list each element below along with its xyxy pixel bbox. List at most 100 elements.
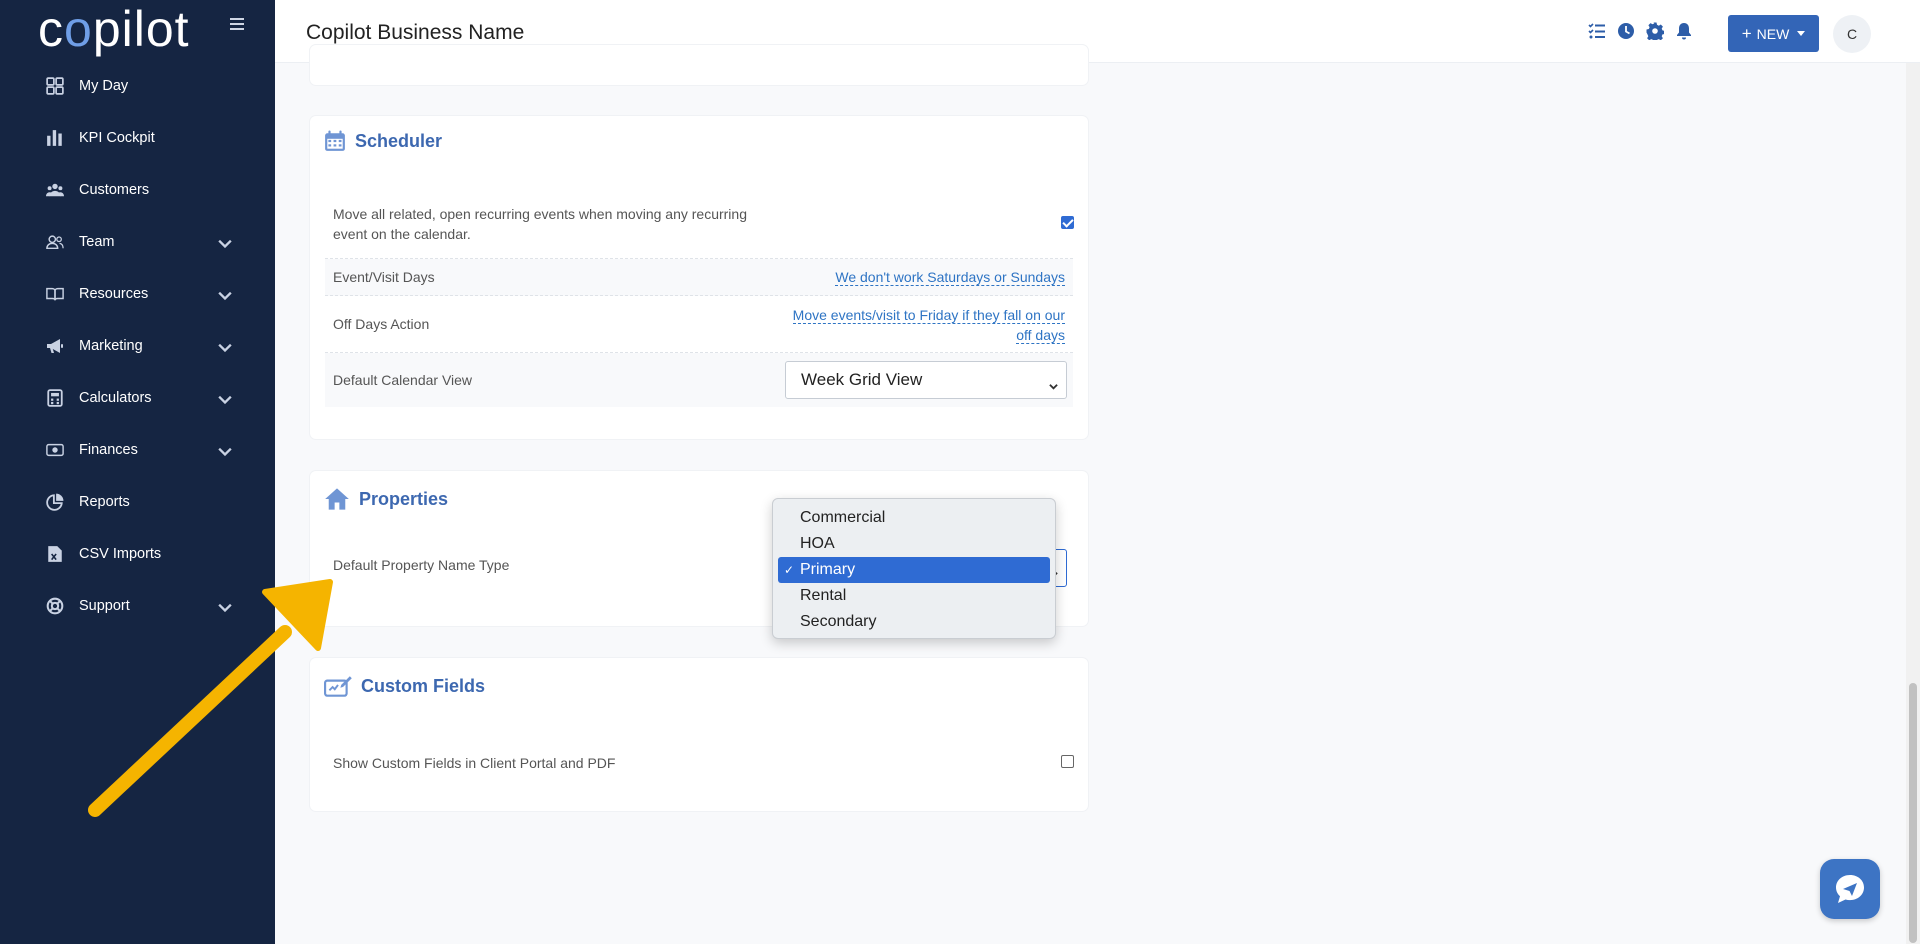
dropdown-option-label: Rental <box>800 587 847 604</box>
sidebar-item-reports[interactable]: Reports <box>0 476 275 528</box>
chevron-down-icon <box>218 340 232 353</box>
visit-days-link[interactable]: We don't work Saturdays or Sundays <box>835 269 1065 286</box>
sidebar-item-label: Customers <box>79 182 150 198</box>
sidebar-item-support[interactable]: Support <box>0 580 275 632</box>
move-recurring-row: Move all related, open recurring events … <box>325 204 1074 259</box>
pie-chart-icon <box>45 492 65 512</box>
lifebuoy-icon <box>45 596 65 616</box>
sidebar-item-label: My Day <box>79 78 129 94</box>
plus-icon: + <box>1741 24 1752 43</box>
custom-fields-card: Custom Fields Show Custom Fields in Clie… <box>310 658 1088 811</box>
sidebar-item-label: Support <box>79 598 130 614</box>
checkmark-icon: ✓ <box>784 563 795 577</box>
off-days-link[interactable]: Move events/visit to Friday if they fall… <box>792 307 1065 344</box>
off-days-label: Off Days Action <box>333 316 430 332</box>
dropdown-option-label: Primary <box>800 561 856 578</box>
chevron-down-icon <box>218 392 232 405</box>
sidebar-item-resources[interactable]: Resources <box>0 268 275 320</box>
chevron-down-icon <box>1049 376 1058 390</box>
avatar[interactable]: C <box>1833 15 1871 53</box>
chat-widget-button[interactable] <box>1820 859 1880 919</box>
visit-days-value[interactable]: We don't work Saturdays or Sundays <box>835 269 1065 286</box>
money-icon <box>45 440 65 460</box>
csv-file-icon <box>45 544 65 564</box>
calculator-icon <box>45 388 65 408</box>
properties-title: Properties <box>324 487 448 511</box>
page-scrollbar[interactable] <box>1906 63 1920 944</box>
off-days-value[interactable]: Move events/visit to Friday if they fall… <box>775 305 1065 345</box>
copilot-logo[interactable]: copilot <box>38 0 190 58</box>
show-custom-fields-checkbox[interactable] <box>1061 755 1074 768</box>
sidebar-item-finances[interactable]: Finances <box>0 424 275 476</box>
sidebar-nav: My Day KPI Cockpit Customers Team Resour… <box>0 60 275 632</box>
chevron-down-icon <box>218 236 232 249</box>
dropdown-option-label: Commercial <box>800 509 886 526</box>
clock-icon[interactable] <box>1617 22 1635 40</box>
scheduler-title: Scheduler <box>324 130 442 152</box>
chevron-down-icon <box>218 444 232 457</box>
sidebar-item-kpi-cockpit[interactable]: KPI Cockpit <box>0 112 275 164</box>
new-button[interactable]: + NEW <box>1728 15 1819 52</box>
sidebar-item-label: Calculators <box>79 390 152 406</box>
dropdown-option[interactable]: HOA <box>778 531 1050 557</box>
sidebar-item-my-day[interactable]: My Day <box>0 60 275 112</box>
scheduler-title-text: Scheduler <box>355 130 443 151</box>
gear-icon[interactable] <box>1646 22 1665 43</box>
sidebar-item-label: Finances <box>79 442 138 458</box>
calendar-view-row: Default Calendar View Week Grid View <box>325 353 1073 407</box>
custom-fields-title-text: Custom Fields <box>361 675 486 696</box>
property-name-type-label: Default Property Name Type <box>333 557 510 573</box>
visit-days-row: Event/Visit Days We don't work Saturdays… <box>325 259 1073 296</box>
bell-icon[interactable] <box>1675 22 1693 40</box>
visit-days-label: Event/Visit Days <box>333 269 435 285</box>
show-custom-fields-row: Show Custom Fields in Client Portal and … <box>325 750 1074 780</box>
grid-icon <box>45 76 65 96</box>
header-icons <box>1588 22 1693 43</box>
scheduler-card: Scheduler Move all related, open recurri… <box>310 116 1088 439</box>
sidebar-item-label: Marketing <box>79 338 143 354</box>
sidebar-item-label: KPI Cockpit <box>79 130 155 146</box>
calendar-view-selected: Week Grid View <box>801 370 923 389</box>
show-custom-fields-label: Show Custom Fields in Client Portal and … <box>333 755 616 771</box>
users-icon <box>45 180 65 200</box>
business-name: Copilot Business Name <box>306 21 525 44</box>
chevron-down-icon <box>218 288 232 301</box>
sidebar-item-customers[interactable]: Customers <box>0 164 275 216</box>
sidebar-item-csv-imports[interactable]: CSV Imports <box>0 528 275 580</box>
calendar-view-select[interactable]: Week Grid View <box>785 361 1067 399</box>
megaphone-icon <box>45 336 65 356</box>
tasks-icon[interactable] <box>1588 22 1606 40</box>
off-days-row: Off Days Action Move events/visit to Fri… <box>325 296 1073 353</box>
chevron-down-icon <box>218 600 232 613</box>
sidebar-item-calculators[interactable]: Calculators <box>0 372 275 424</box>
previous-section-card <box>310 45 1088 85</box>
team-icon <box>45 232 65 252</box>
calendar-view-label: Default Calendar View <box>333 372 473 388</box>
sidebar-item-marketing[interactable]: Marketing <box>0 320 275 372</box>
dropdown-option-selected[interactable]: ✓ Primary <box>778 557 1050 583</box>
custom-fields-title: Custom Fields <box>324 674 485 698</box>
sidebar: copilot My Day KPI Cockpit Customers Tea… <box>0 0 275 944</box>
house-icon <box>325 488 349 510</box>
chat-icon <box>1836 875 1864 903</box>
dropdown-option[interactable]: Rental <box>778 583 1050 609</box>
sidebar-item-label: Resources <box>79 286 149 302</box>
move-recurring-checkbox[interactable] <box>1061 216 1074 229</box>
dropdown-option[interactable]: Secondary <box>778 609 1050 635</box>
dropdown-option-label: Secondary <box>800 613 877 630</box>
sidebar-item-team[interactable]: Team <box>0 216 275 268</box>
bar-chart-icon <box>45 128 65 148</box>
caret-down-icon <box>1797 31 1806 36</box>
move-recurring-label: Move all related, open recurring events … <box>333 206 747 242</box>
properties-title-text: Properties <box>359 488 449 509</box>
new-button-label: NEW <box>1756 25 1790 42</box>
hamburger-menu-icon[interactable] <box>230 18 244 33</box>
sidebar-item-label: Team <box>79 234 115 250</box>
sidebar-item-label: Reports <box>79 494 130 510</box>
form-edit-icon <box>324 676 352 697</box>
dropdown-option-label: HOA <box>800 535 835 552</box>
property-name-type-dropdown: Commercial HOA ✓ Primary Rental Secondary <box>772 498 1056 639</box>
scrollbar-thumb[interactable] <box>1909 683 1917 943</box>
calendar-icon <box>325 130 345 151</box>
dropdown-option[interactable]: Commercial <box>778 505 1050 531</box>
